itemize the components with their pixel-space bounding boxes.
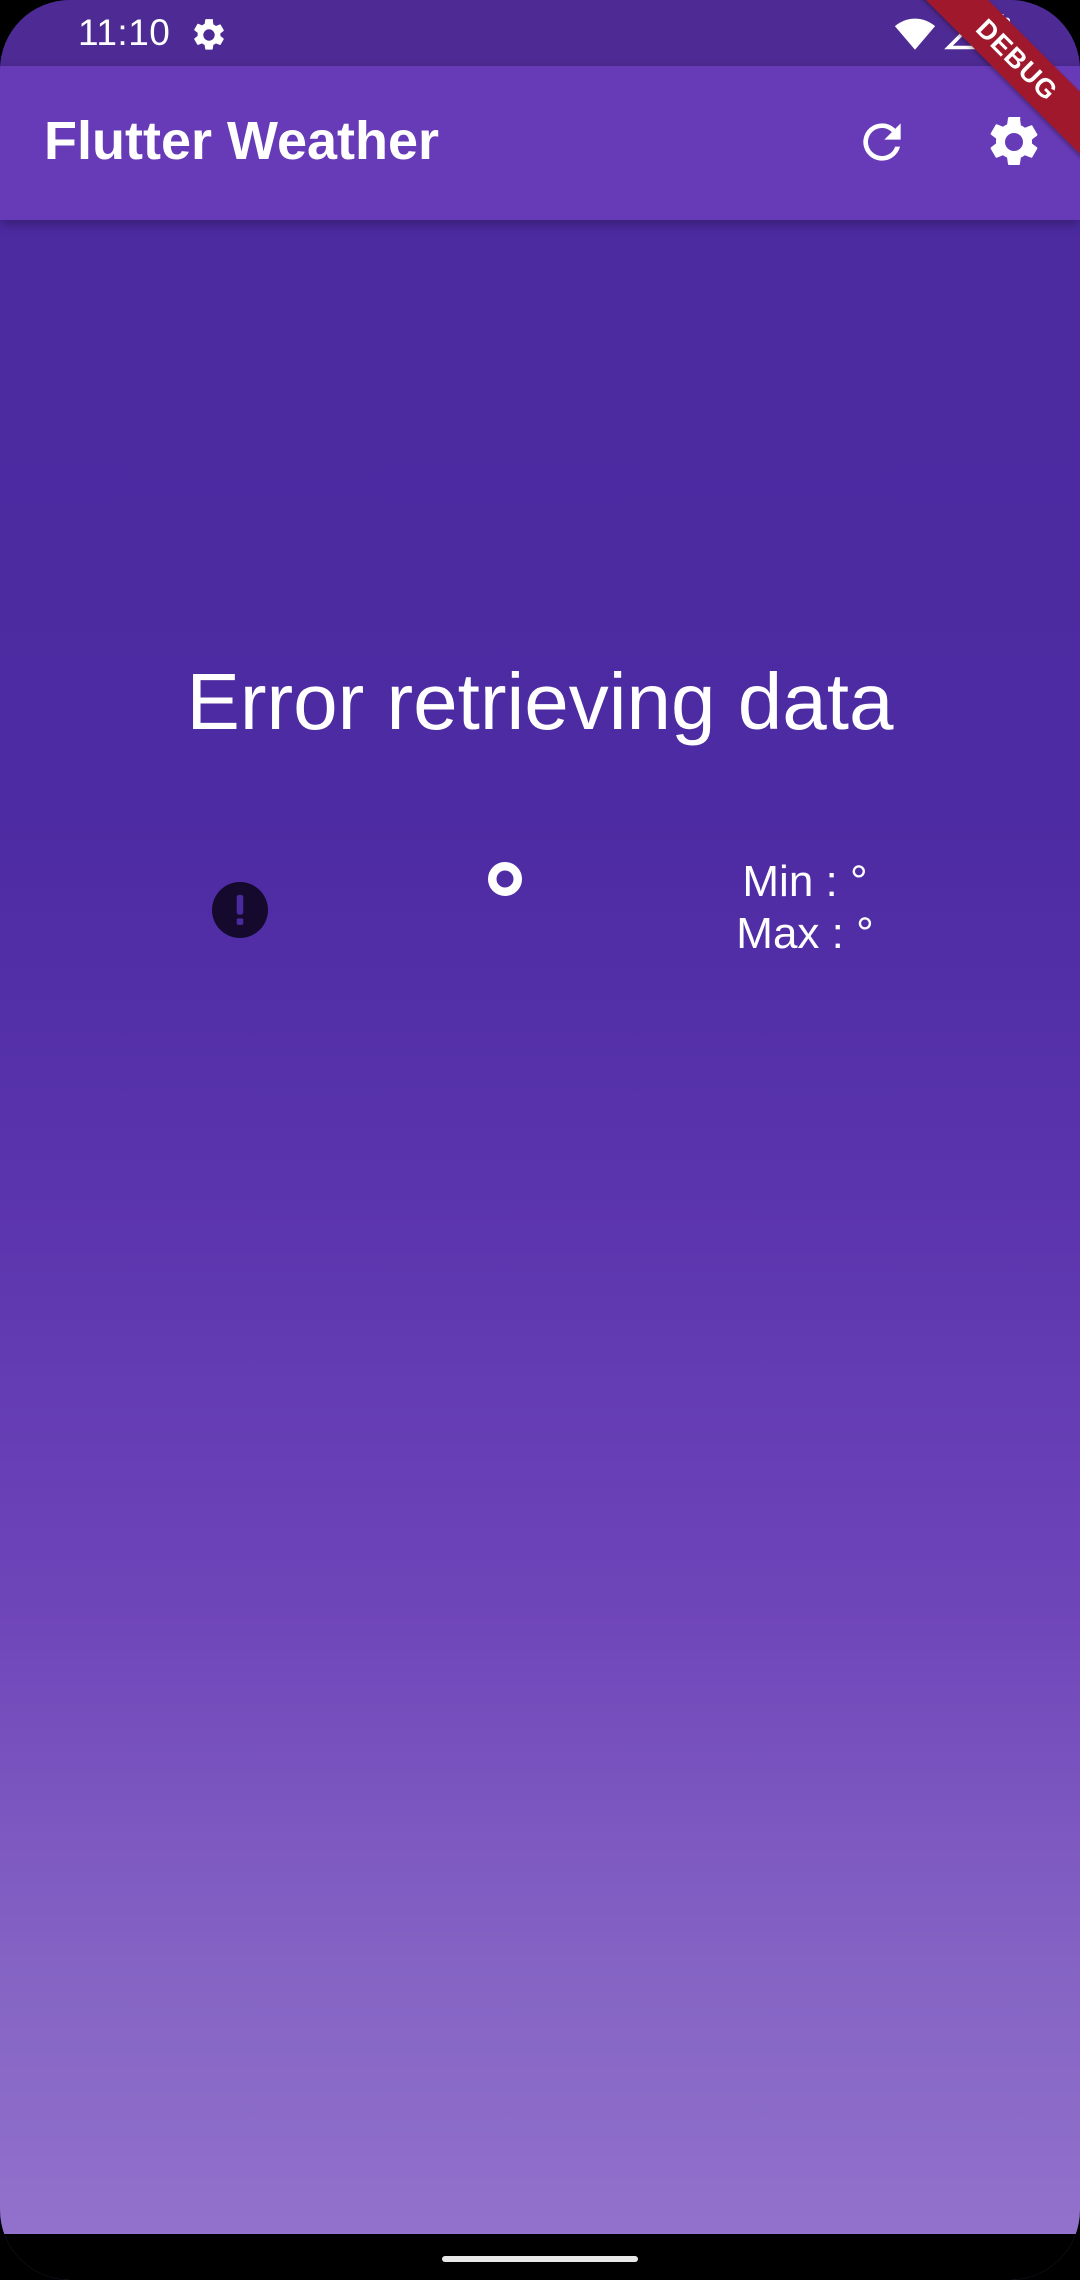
settings-icon [194,19,224,50]
degree-circle-icon [488,862,522,896]
max-temperature: Max : ° [736,909,874,958]
app-title: Flutter Weather [44,111,440,171]
settings-icon [990,116,1038,165]
error-message: Error retrieving data [186,657,894,746]
gesture-handle[interactable] [442,2256,638,2262]
refresh-button[interactable] [846,106,918,178]
refresh-icon [863,123,901,161]
status-bar: 11:10 [0,0,1080,66]
phone-screen: 11:10 Flutter Weather DEBUG Error retrie… [0,0,1080,2280]
min-max-temperature: Min : ° Max : ° [700,856,910,960]
wifi-icon [894,18,936,50]
status-time: 11:10 [78,12,171,53]
navigation-bar [0,2234,1080,2280]
min-temperature: Min : ° [742,857,868,906]
error-icon [212,882,268,938]
app-bar: Flutter Weather [0,66,1080,220]
settings-button[interactable] [978,106,1050,178]
